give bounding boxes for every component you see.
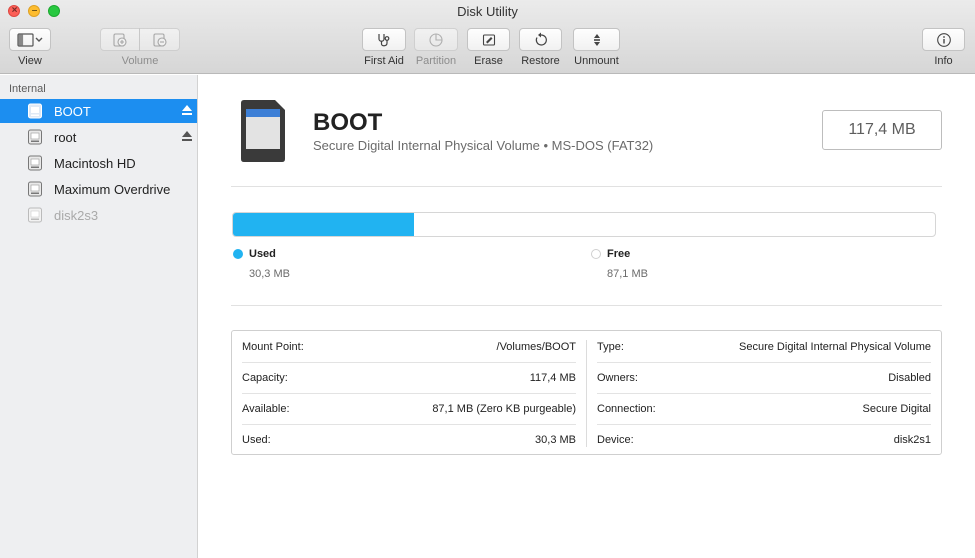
remove-volume-button[interactable] [139, 28, 180, 51]
volume-title: BOOT [313, 109, 383, 136]
info-label: Info [934, 55, 953, 67]
volume-size-badge: 117,4 MB [822, 110, 942, 150]
volume-icon [28, 181, 42, 197]
stethoscope-icon [378, 33, 390, 46]
info-key: Owners: [597, 371, 638, 384]
unmount-button[interactable] [573, 28, 620, 51]
volume-detail-panel: BOOT Secure Digital Internal Physical Vo… [199, 75, 975, 558]
info-row-connection: Connection: Secure Digital [597, 393, 931, 424]
sidebar-item-label: Maximum Overdrive [54, 181, 171, 197]
sd-card-icon [241, 100, 285, 162]
eject-icon[interactable] [182, 105, 192, 116]
column-divider [586, 340, 587, 447]
legend-free-value: 87,1 MB [607, 268, 648, 280]
partition-button[interactable] [414, 28, 458, 51]
toolbar: × – Disk Utility View Volume First Aid P… [0, 0, 975, 74]
divider [231, 305, 942, 306]
unmount-label: Unmount [574, 55, 619, 67]
volume-icon [28, 155, 42, 171]
volume-icon [28, 129, 42, 145]
legend-used-value: 30,3 MB [249, 268, 290, 280]
sidebar-item-label: Macintosh HD [54, 155, 136, 171]
divider [231, 186, 942, 187]
info-table: Mount Point: /Volumes/BOOT Capacity: 117… [231, 330, 942, 455]
sidebar-item-label: BOOT [54, 103, 91, 119]
sidebar-section-internal: Internal [9, 83, 46, 95]
info-icon [936, 32, 951, 47]
info-button[interactable] [922, 28, 965, 51]
sidebar-item-root[interactable]: root [0, 125, 197, 149]
sidebar-item-macintosh-hd[interactable]: Macintosh HD [0, 151, 197, 175]
volume-label: Volume [121, 55, 159, 67]
info-key: Available: [242, 402, 290, 415]
volume-icon [28, 103, 42, 119]
info-row-type: Type: Secure Digital Internal Physical V… [597, 331, 931, 362]
restore-label: Restore [521, 55, 560, 67]
window-title: Disk Utility [457, 4, 518, 19]
sidebar-item-label: root [54, 129, 77, 145]
sidebar: Internal BOOT root Macintosh HD Maximum … [0, 75, 198, 558]
info-key: Type: [597, 340, 624, 353]
first-aid-label: First Aid [364, 55, 404, 67]
info-row-capacity: Capacity: 117,4 MB [242, 362, 576, 393]
erase-icon [482, 33, 495, 46]
info-value: Secure Digital Internal Physical Volume [739, 340, 931, 353]
partition-icon [429, 32, 443, 47]
add-volume-button[interactable] [100, 28, 140, 51]
info-value: disk2s1 [893, 433, 931, 446]
usage-bar [232, 212, 936, 237]
info-key: Connection: [597, 402, 656, 415]
info-row-owners: Owners: Disabled [597, 362, 931, 393]
restore-icon [535, 32, 547, 46]
free-dot-icon [591, 249, 601, 259]
info-value: 30,3 MB [535, 433, 576, 446]
first-aid-button[interactable] [362, 28, 406, 51]
info-key: Mount Point: [242, 340, 304, 353]
info-value: Disabled [888, 371, 931, 384]
info-row-device: Device: disk2s1 [597, 424, 931, 455]
disk-utility-window: × – Disk Utility View Volume First Aid P… [0, 0, 975, 558]
add-volume-icon [113, 32, 127, 47]
legend-free-label: Free [607, 248, 631, 260]
eject-icon[interactable] [182, 131, 192, 142]
info-key: Capacity: [242, 371, 288, 384]
used-dot-icon [233, 249, 243, 259]
sidebar-item-maximum-overdrive[interactable]: Maximum Overdrive [0, 177, 197, 201]
volume-icon [28, 207, 42, 223]
usage-used-fill [233, 213, 415, 236]
info-key: Used: [242, 433, 271, 446]
unmount-icon [593, 33, 600, 46]
partition-label: Partition [415, 55, 457, 67]
info-value: /Volumes/BOOT [496, 340, 576, 353]
info-row-used: Used: 30,3 MB [242, 424, 576, 455]
erase-label: Erase [474, 55, 503, 67]
info-key: Device: [597, 433, 634, 446]
remove-volume-icon [152, 32, 167, 47]
info-value: 117,4 MB [529, 371, 576, 384]
info-value: Secure Digital [862, 402, 931, 415]
info-row-available: Available: 87,1 MB (Zero KB purgeable) [242, 393, 576, 424]
restore-button[interactable] [519, 28, 562, 51]
sidebar-item-label: disk2s3 [54, 207, 99, 223]
sidebar-item-boot[interactable]: BOOT [0, 99, 197, 123]
sidebar-toggle-icon [17, 32, 43, 47]
view-button[interactable] [9, 28, 51, 51]
view-label: View [18, 55, 42, 67]
info-row-mount-point: Mount Point: /Volumes/BOOT [242, 331, 576, 362]
info-value: 87,1 MB (Zero KB purgeable) [432, 402, 576, 415]
erase-button[interactable] [467, 28, 510, 51]
volume-subtitle: Secure Digital Internal Physical Volume … [313, 138, 654, 153]
sidebar-item-disk2s3[interactable]: disk2s3 [0, 203, 197, 227]
legend-used-label: Used [249, 248, 276, 260]
